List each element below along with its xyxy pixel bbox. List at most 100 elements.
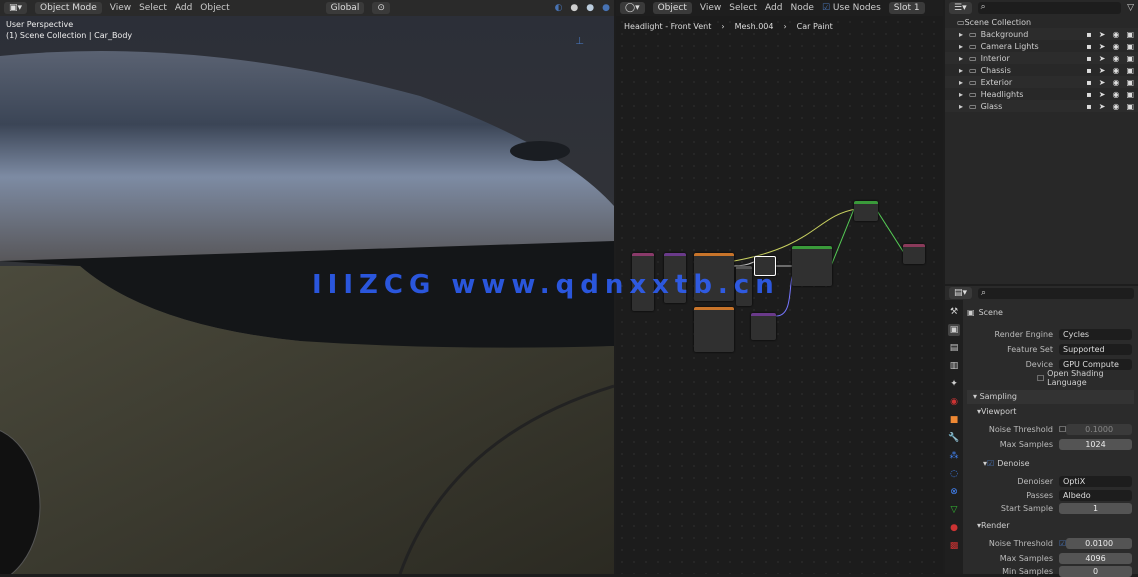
- denoiser-dropdown[interactable]: OptiX: [1059, 475, 1132, 487]
- camera-icon[interactable]: ▣: [1126, 30, 1134, 39]
- expand-icon[interactable]: ▸: [959, 90, 963, 99]
- select-icon[interactable]: ➤: [1099, 90, 1106, 99]
- camera-icon[interactable]: ▣: [1126, 78, 1134, 87]
- outliner-item[interactable]: ▸ ▭ Background ▪ ➤ ◉ ▣: [945, 28, 1138, 40]
- node-bump[interactable]: [694, 307, 734, 352]
- feature-set-dropdown[interactable]: Supported: [1059, 343, 1132, 355]
- eye-icon[interactable]: ◉: [1112, 30, 1119, 39]
- expand-icon[interactable]: ▸: [959, 30, 963, 39]
- modifier-tab-icon[interactable]: 🔧: [948, 432, 960, 444]
- start-sample-field[interactable]: 1: [1059, 502, 1132, 514]
- render-max-samples-field[interactable]: 4096: [1059, 552, 1132, 564]
- menu-view[interactable]: View: [700, 3, 721, 13]
- menu-add[interactable]: Add: [765, 3, 782, 13]
- menu-object[interactable]: Object: [200, 3, 229, 13]
- osl-checkbox[interactable]: ☐ Open Shading Language: [967, 369, 1132, 387]
- node-mix-shader[interactable]: [854, 201, 878, 221]
- particles-tab-icon[interactable]: ⁂: [948, 450, 960, 462]
- select-icon[interactable]: ➤: [1099, 30, 1106, 39]
- eye-icon[interactable]: ◉: [1112, 42, 1119, 51]
- shading-material-icon[interactable]: ●: [586, 3, 594, 13]
- device-dropdown[interactable]: GPU Compute: [1059, 358, 1132, 370]
- outliner-item[interactable]: ▸ ▭ Exterior ▪ ➤ ◉ ▣: [945, 76, 1138, 88]
- outliner-item[interactable]: ▸ ▭ Chassis ▪ ➤ ◉ ▣: [945, 64, 1138, 76]
- render-subpanel[interactable]: ▾ Render: [967, 519, 1132, 531]
- select-icon[interactable]: ➤: [1099, 78, 1106, 87]
- select-icon[interactable]: ➤: [1099, 66, 1106, 75]
- use-nodes-checkbox[interactable]: ☑ Use Nodes: [822, 3, 881, 13]
- filter-icon[interactable]: ▽: [1127, 3, 1134, 13]
- viewport-subpanel[interactable]: ▾ Viewport: [967, 405, 1132, 417]
- overlay-icon[interactable]: ◐: [555, 3, 563, 13]
- search-input[interactable]: ⌕: [978, 287, 1134, 299]
- render-engine-dropdown[interactable]: Cycles: [1059, 328, 1132, 340]
- outliner-item[interactable]: ▸ ▭ Camera Lights ▪ ➤ ◉ ▣: [945, 40, 1138, 52]
- expand-icon[interactable]: ▸: [959, 78, 963, 87]
- object-tab-icon[interactable]: ■: [948, 414, 960, 426]
- editor-type-button[interactable]: ▣▾: [4, 2, 28, 14]
- checkbox-icon[interactable]: ▪: [1086, 66, 1091, 75]
- min-samples-field[interactable]: 0: [1059, 565, 1132, 577]
- camera-icon[interactable]: ▣: [1126, 42, 1134, 51]
- denoise-subpanel[interactable]: ▾ ☑ Denoise: [967, 457, 1132, 469]
- render-tab-icon[interactable]: ▣: [948, 324, 960, 336]
- camera-icon[interactable]: ▣: [1126, 90, 1134, 99]
- node-material-output[interactable]: [903, 244, 925, 264]
- select-icon[interactable]: ➤: [1099, 42, 1106, 51]
- menu-add[interactable]: Add: [175, 3, 192, 13]
- checkbox-icon[interactable]: ▪: [1086, 30, 1091, 39]
- texture-tab-icon[interactable]: ▩: [948, 540, 960, 552]
- physics-tab-icon[interactable]: ◌: [948, 468, 960, 480]
- constraints-tab-icon[interactable]: ⊗: [948, 486, 960, 498]
- expand-icon[interactable]: ▸: [959, 54, 963, 63]
- viewport-noise-field[interactable]: 0.1000: [1066, 423, 1132, 435]
- eye-icon[interactable]: ◉: [1112, 78, 1119, 87]
- checkbox-icon[interactable]: ▪: [1086, 102, 1091, 111]
- camera-icon[interactable]: ▣: [1126, 54, 1134, 63]
- shader-type-dropdown[interactable]: Object: [652, 2, 692, 14]
- shading-rendered-icon[interactable]: ●: [602, 3, 610, 13]
- select-icon[interactable]: ➤: [1099, 54, 1106, 63]
- eye-icon[interactable]: ◉: [1112, 90, 1119, 99]
- expand-icon[interactable]: ▸: [959, 42, 963, 51]
- camera-icon[interactable]: ▣: [1126, 102, 1134, 111]
- passes-dropdown[interactable]: Albedo: [1059, 489, 1132, 501]
- eye-icon[interactable]: ◉: [1112, 54, 1119, 63]
- eye-icon[interactable]: ◉: [1112, 66, 1119, 75]
- navigation-gizmo[interactable]: ⊥: [575, 36, 584, 47]
- slot-dropdown[interactable]: Slot 1: [888, 2, 925, 14]
- mode-dropdown[interactable]: Object Mode: [35, 2, 102, 14]
- render-noise-checkbox[interactable]: ☑: [1059, 539, 1066, 548]
- orientation-dropdown[interactable]: Global: [325, 2, 365, 14]
- menu-select[interactable]: Select: [139, 3, 167, 13]
- node-normal[interactable]: [751, 313, 776, 340]
- menu-view[interactable]: View: [110, 3, 131, 13]
- render-noise-field[interactable]: 0.0100: [1066, 537, 1132, 549]
- material-tab-icon[interactable]: ●: [948, 522, 960, 534]
- viewport-max-samples-field[interactable]: 1024: [1059, 438, 1132, 450]
- checkbox-icon[interactable]: ▪: [1086, 78, 1091, 87]
- expand-icon[interactable]: ▸: [959, 102, 963, 111]
- viewport-noise-checkbox[interactable]: ☐: [1059, 425, 1066, 434]
- snap-icon[interactable]: ⊙: [372, 2, 390, 14]
- outliner-root[interactable]: ▭ Scene Collection: [945, 16, 1138, 28]
- outliner-item[interactable]: ▸ ▭ Interior ▪ ➤ ◉ ▣: [945, 52, 1138, 64]
- display-mode-button[interactable]: ☰▾: [949, 2, 972, 14]
- shading-solid-icon[interactable]: ●: [570, 3, 578, 13]
- menu-node[interactable]: Node: [790, 3, 814, 13]
- select-icon[interactable]: ➤: [1099, 102, 1106, 111]
- outliner-item[interactable]: ▸ ▭ Headlights ▪ ➤ ◉ ▣: [945, 88, 1138, 100]
- editor-type-button[interactable]: ◯▾: [620, 2, 645, 14]
- tool-tab-icon[interactable]: ⚒: [948, 306, 960, 318]
- data-tab-icon[interactable]: ▽: [948, 504, 960, 516]
- expand-icon[interactable]: ▸: [959, 66, 963, 75]
- world-tab-icon[interactable]: ◉: [948, 396, 960, 408]
- output-tab-icon[interactable]: ▤: [948, 342, 960, 354]
- editor-type-button[interactable]: ▤▾: [949, 287, 973, 299]
- camera-icon[interactable]: ▣: [1126, 66, 1134, 75]
- checkbox-icon[interactable]: ▪: [1086, 90, 1091, 99]
- menu-select[interactable]: Select: [729, 3, 757, 13]
- checkbox-icon[interactable]: ▪: [1086, 42, 1091, 51]
- checkbox-icon[interactable]: ▪: [1086, 54, 1091, 63]
- view-layer-tab-icon[interactable]: ▥: [948, 360, 960, 372]
